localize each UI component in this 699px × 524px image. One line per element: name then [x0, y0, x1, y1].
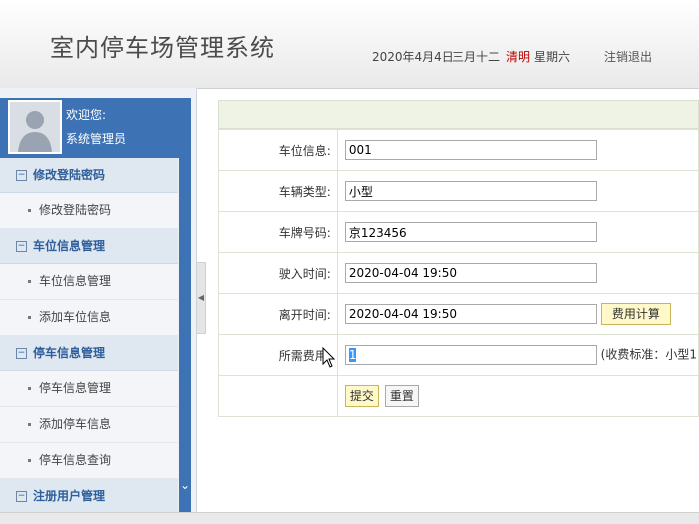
field-label: 驶入时间: [218, 252, 338, 294]
space-info-input[interactable] [344, 140, 597, 160]
logout-link[interactable]: 注销退出 [604, 48, 652, 65]
reset-button[interactable]: 重置 [384, 385, 419, 407]
user-silhouette-icon [10, 102, 60, 152]
bullet-icon [28, 423, 31, 426]
main-form-panel: 车位信息: 车辆类型: 车牌号码: 驶入时间: 离开时间: 费用计算 所需费用:… [218, 100, 699, 417]
collapse-icon: − [16, 241, 27, 252]
submit-button[interactable]: 提交 [344, 385, 379, 407]
sidebar-menu: − 修改登陆密码 修改登陆密码 − 车位信息管理 车位信息管理 添加车位信息 − 停车… [0, 158, 178, 514]
chevron-left-icon: ◀ [197, 293, 205, 302]
form-header [218, 100, 699, 129]
chevron-down-icon[interactable]: ⌄ [179, 478, 191, 492]
form-row: 所需费用: 1 (收费标准：小型1 [218, 334, 699, 376]
mouse-cursor-icon [322, 347, 336, 368]
exit-time-input[interactable] [344, 304, 597, 324]
fee-standard-note: (收费标准：小型1 [600, 347, 697, 362]
fee-input[interactable]: 1 [344, 345, 597, 365]
plate-number-input[interactable] [344, 222, 597, 242]
collapse-icon: − [16, 491, 27, 502]
field-label: 车辆类型: [218, 170, 338, 212]
vehicle-type-input[interactable] [344, 181, 597, 201]
sidebar-item-add-parking-space[interactable]: 添加车位信息 [0, 300, 178, 336]
form-row: 离开时间: 费用计算 [218, 293, 699, 335]
field-label: 所需费用: [218, 334, 338, 376]
entry-time-input[interactable] [344, 263, 597, 283]
avatar [8, 100, 62, 154]
sidebar-item-add-parking-record[interactable]: 添加停车信息 [0, 407, 178, 443]
parking-form: 车位信息: 车辆类型: 车牌号码: 驶入时间: 离开时间: 费用计算 所需费用:… [218, 129, 699, 417]
field-label: 车牌号码: [218, 211, 338, 253]
form-row: 车辆类型: [218, 170, 699, 212]
sidebar: 欢迎您: 系统管理员 − 修改登陆密码 修改登陆密码 − 车位信息管理 车位信息管理… [0, 88, 197, 523]
sidebar-collapse-handle[interactable]: ◀ [196, 262, 206, 334]
user-panel: 欢迎您: 系统管理员 [0, 98, 180, 158]
form-row: 驶入时间: [218, 252, 699, 294]
menu-group-parking-record[interactable]: − 停车信息管理 [0, 336, 178, 371]
menu-group-registered-users[interactable]: − 注册用户管理 [0, 479, 178, 514]
status-bar [0, 512, 699, 524]
festival-text: 清明 [506, 50, 531, 64]
empty-cell [218, 375, 338, 417]
weekday-text: 星期六 [534, 50, 571, 64]
menu-group-password[interactable]: − 修改登陆密码 [0, 158, 178, 193]
form-row: 提交 重置 [218, 375, 699, 417]
role-text: 系统管理员 [66, 132, 127, 146]
field-label: 车位信息: [218, 129, 338, 171]
app-title: 室内停车场管理系统 [50, 34, 275, 62]
form-row: 车位信息: [218, 129, 699, 171]
form-row: 车牌号码: [218, 211, 699, 253]
bullet-icon [28, 280, 31, 283]
sidebar-item-parking-record-manage[interactable]: 停车信息管理 [0, 371, 178, 407]
calculate-fee-button[interactable]: 费用计算 [600, 303, 671, 325]
collapse-icon: − [16, 170, 27, 181]
sidebar-item-change-password[interactable]: 修改登陆密码 [0, 193, 178, 229]
sidebar-item-parking-space-manage[interactable]: 车位信息管理 [0, 264, 178, 300]
collapse-icon: − [16, 348, 27, 359]
date-text: 2020年4月4日 [372, 50, 454, 64]
bullet-icon [28, 316, 31, 319]
field-label: 离开时间: [218, 293, 338, 335]
bullet-icon [28, 209, 31, 212]
bullet-icon [28, 387, 31, 390]
bullet-icon [28, 459, 31, 462]
menu-group-parking-space[interactable]: − 车位信息管理 [0, 229, 178, 264]
header: 室内停车场管理系统 2020年4月4日 三月十二 清明 星期六 注销退出 [0, 0, 699, 89]
sidebar-item-parking-record-query[interactable]: 停车信息查询 [0, 443, 178, 479]
sidebar-scrollbar[interactable]: ⌄ [179, 98, 191, 523]
lunar-date-text: 三月十二 [452, 50, 501, 64]
welcome-text: 欢迎您: [66, 108, 107, 122]
